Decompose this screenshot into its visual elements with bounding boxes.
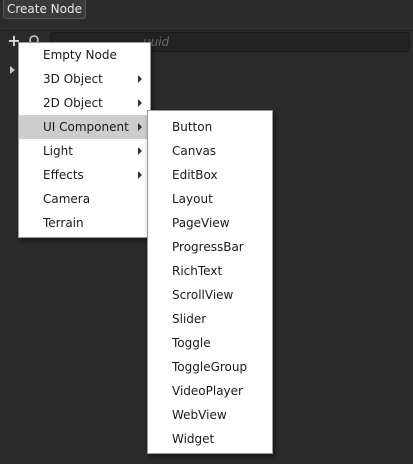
submenu-item-label: Canvas xyxy=(172,144,217,158)
submenu-item-label: Slider xyxy=(172,312,207,326)
submenu-item-label: ScrollView xyxy=(172,288,234,302)
submenu-item-label: Layout xyxy=(172,192,213,206)
submenu-item-slider[interactable]: Slider xyxy=(148,307,272,331)
menu-item-label: Camera xyxy=(43,192,91,206)
submenu-item-richtext[interactable]: RichText xyxy=(148,259,272,283)
submenu-item-pageview[interactable]: PageView xyxy=(148,211,272,235)
submenu-item-progressbar[interactable]: ProgressBar xyxy=(148,235,272,259)
submenu-item-layout[interactable]: Layout xyxy=(148,187,272,211)
menu-item-effects[interactable]: Effects xyxy=(19,163,150,187)
submenu-item-canvas[interactable]: Canvas xyxy=(148,139,272,163)
submenu-arrow-icon xyxy=(138,171,142,179)
menu-item-empty-node[interactable]: Empty Node xyxy=(19,43,150,67)
menu-item-label: Light xyxy=(43,144,73,158)
menu-item-label: 2D Object xyxy=(43,96,103,110)
submenu-item-label: WebView xyxy=(172,408,227,422)
menu-item-light[interactable]: Light xyxy=(19,139,150,163)
menu-item-label: UI Component xyxy=(43,120,129,134)
tree-expand-arrow-icon[interactable] xyxy=(10,66,15,74)
submenu-item-label: RichText xyxy=(172,264,223,278)
menu-item-terrain[interactable]: Terrain xyxy=(19,211,150,235)
submenu-item-scrollview[interactable]: ScrollView xyxy=(148,283,272,307)
submenu-item-toggle[interactable]: Toggle xyxy=(148,331,272,355)
submenu-arrow-icon xyxy=(138,147,142,155)
menu-item-label: Effects xyxy=(43,168,84,182)
submenu-item-button[interactable]: Button xyxy=(148,115,272,139)
submenu-item-label: VideoPlayer xyxy=(172,384,243,398)
menu-item-label: 3D Object xyxy=(43,72,103,86)
submenu-arrow-icon xyxy=(138,123,142,131)
submenu-item-togglegroup[interactable]: ToggleGroup xyxy=(148,355,272,379)
ui-component-submenu: Button Canvas EditBox Layout PageView Pr… xyxy=(147,110,273,454)
submenu-item-videoplayer[interactable]: VideoPlayer xyxy=(148,379,272,403)
submenu-item-label: ToggleGroup xyxy=(172,360,248,374)
submenu-item-label: Toggle xyxy=(172,336,211,350)
submenu-item-label: ProgressBar xyxy=(172,240,244,254)
create-node-menu: Empty Node 3D Object 2D Object UI Compon… xyxy=(18,42,151,238)
menu-item-label: Empty Node xyxy=(43,48,117,62)
create-node-tooltip: Create Node xyxy=(3,0,86,19)
submenu-item-label: Button xyxy=(172,120,213,134)
submenu-item-label: PageView xyxy=(172,216,230,230)
submenu-arrow-icon xyxy=(138,99,142,107)
submenu-item-editbox[interactable]: EditBox xyxy=(148,163,272,187)
submenu-item-label: Widget xyxy=(172,432,215,446)
submenu-item-widget[interactable]: Widget xyxy=(148,427,272,451)
menu-item-label: Terrain xyxy=(43,216,84,230)
menu-item-3d-object[interactable]: 3D Object xyxy=(19,67,150,91)
menu-item-2d-object[interactable]: 2D Object xyxy=(19,91,150,115)
menu-item-camera[interactable]: Camera xyxy=(19,187,150,211)
menu-item-ui-component[interactable]: UI Component xyxy=(19,115,150,139)
submenu-item-label: EditBox xyxy=(172,168,218,182)
submenu-item-webview[interactable]: WebView xyxy=(148,403,272,427)
submenu-arrow-icon xyxy=(138,75,142,83)
